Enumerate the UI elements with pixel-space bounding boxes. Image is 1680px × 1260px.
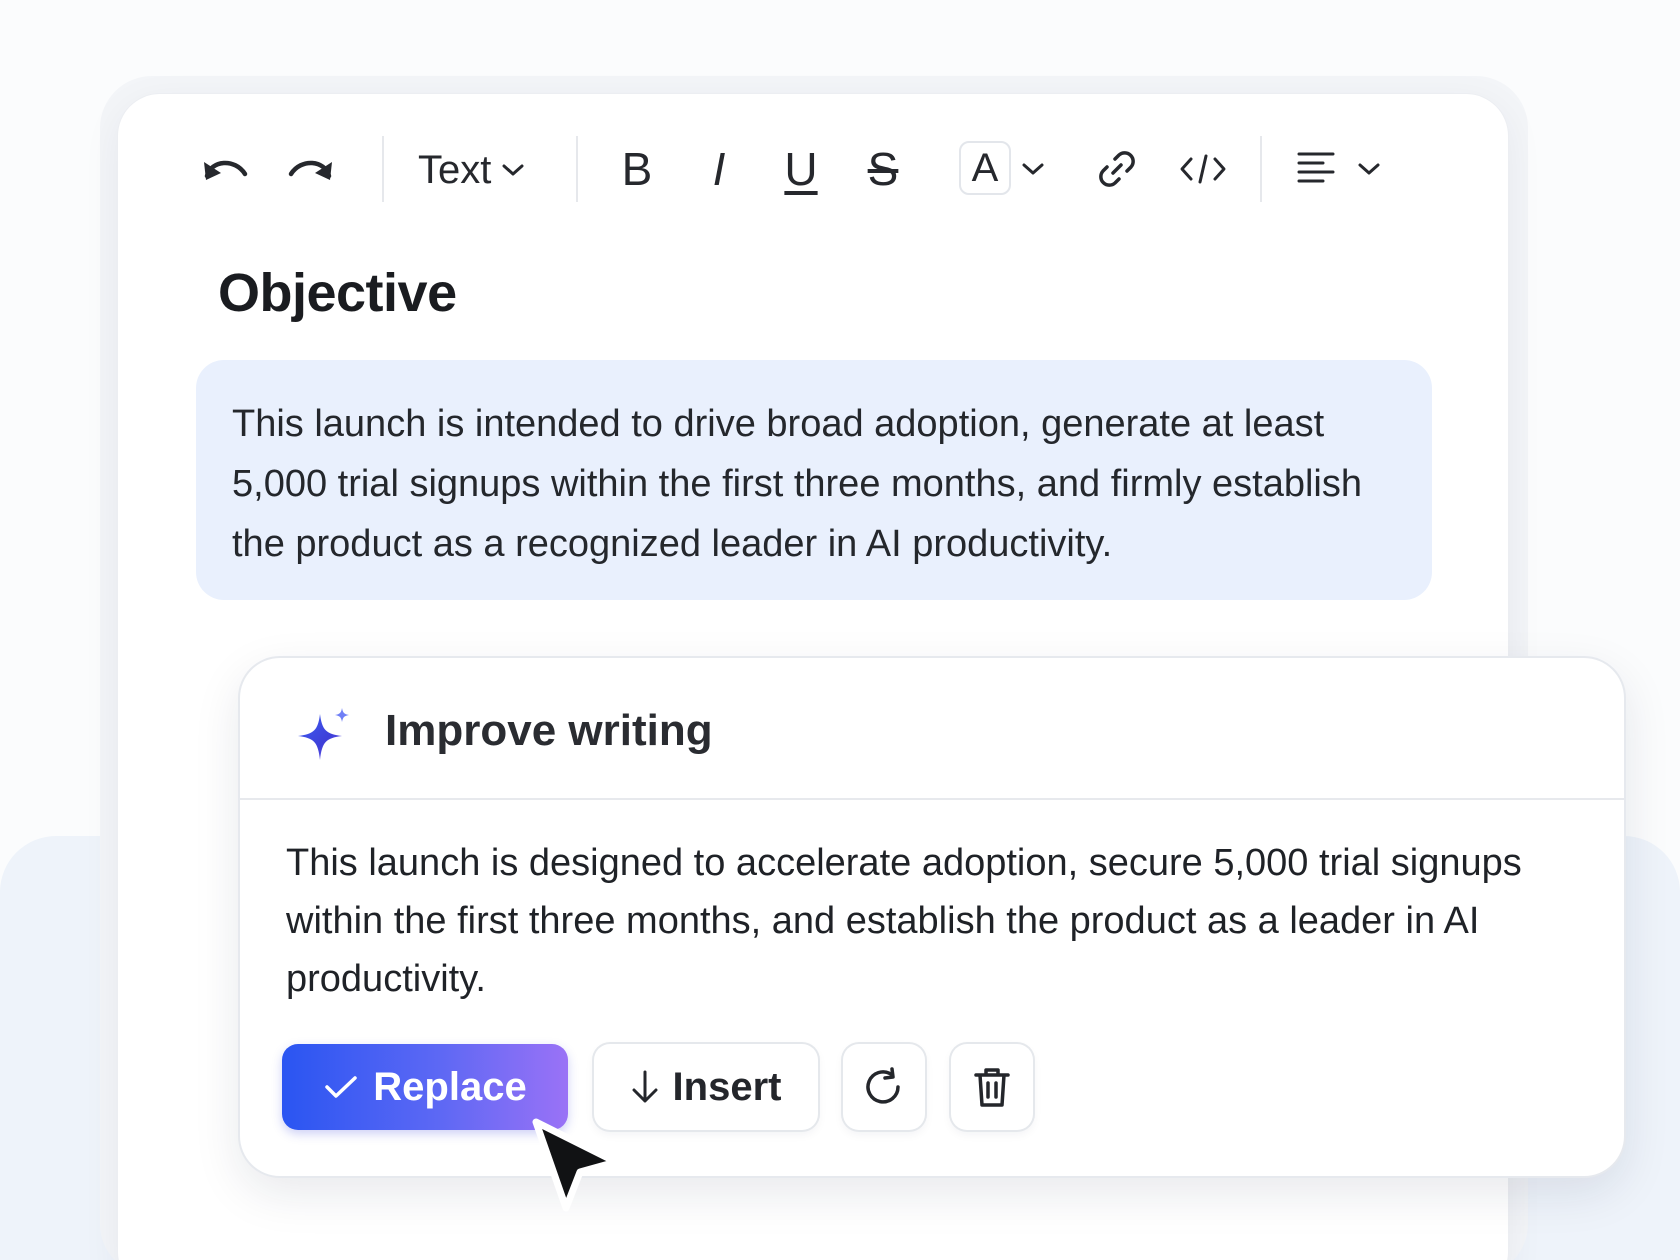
retry-icon: [866, 1067, 900, 1104]
retry-button[interactable]: [843, 1044, 925, 1130]
chevron-down-icon[interactable]: [1354, 154, 1384, 184]
suggestion-text: This launch is designed to accelerate ad…: [286, 842, 1522, 1000]
insert-button[interactable]: Insert: [594, 1044, 818, 1130]
editor-toolbar: Text B I U S A: [118, 94, 1508, 244]
text-style-label: Text: [418, 147, 492, 192]
bold-glyph: B: [621, 143, 653, 195]
strikethrough-button[interactable]: S: [858, 140, 908, 198]
align-left-icon[interactable]: [1294, 146, 1338, 190]
delete-button[interactable]: [951, 1044, 1033, 1130]
italic-glyph: I: [712, 143, 726, 195]
replace-label: Replace: [373, 1064, 527, 1109]
sparkle-icon: [298, 708, 349, 760]
replace-button[interactable]: Replace: [282, 1044, 568, 1130]
code-icon[interactable]: [1178, 144, 1228, 194]
insert-label: Insert: [672, 1064, 782, 1109]
underline-button[interactable]: U: [776, 140, 826, 198]
popup-title: Improve writing: [385, 706, 713, 755]
toolbar-separator: [576, 136, 578, 202]
font-color-button[interactable]: A: [959, 141, 1011, 195]
strikethrough-glyph: S: [867, 143, 899, 195]
underline-glyph: U: [784, 143, 818, 195]
redo-icon[interactable]: [282, 144, 340, 194]
chevron-down-icon: [502, 164, 524, 176]
bold-button[interactable]: B: [612, 140, 662, 198]
font-color-glyph: A: [971, 145, 999, 190]
popup-header: Improve writing: [240, 658, 1624, 800]
toolbar-separator: [382, 136, 384, 202]
link-icon[interactable]: [1092, 144, 1142, 194]
chevron-down-icon[interactable]: [1018, 154, 1048, 184]
toolbar-separator: [1260, 136, 1262, 202]
trash-icon: [974, 1068, 1010, 1107]
section-heading[interactable]: Objective: [218, 262, 457, 324]
undo-icon[interactable]: [196, 144, 254, 194]
italic-button[interactable]: I: [694, 140, 744, 198]
ai-suggestion-popup: Improve writing This launch is designed …: [240, 658, 1624, 1176]
mouse-pointer-icon: [532, 1118, 620, 1212]
arrow-down-icon: [632, 1070, 658, 1103]
selected-paragraph[interactable]: This launch is intended to drive broad a…: [196, 360, 1432, 600]
text-style-dropdown[interactable]: Text: [418, 146, 525, 194]
check-icon: [325, 1076, 358, 1098]
